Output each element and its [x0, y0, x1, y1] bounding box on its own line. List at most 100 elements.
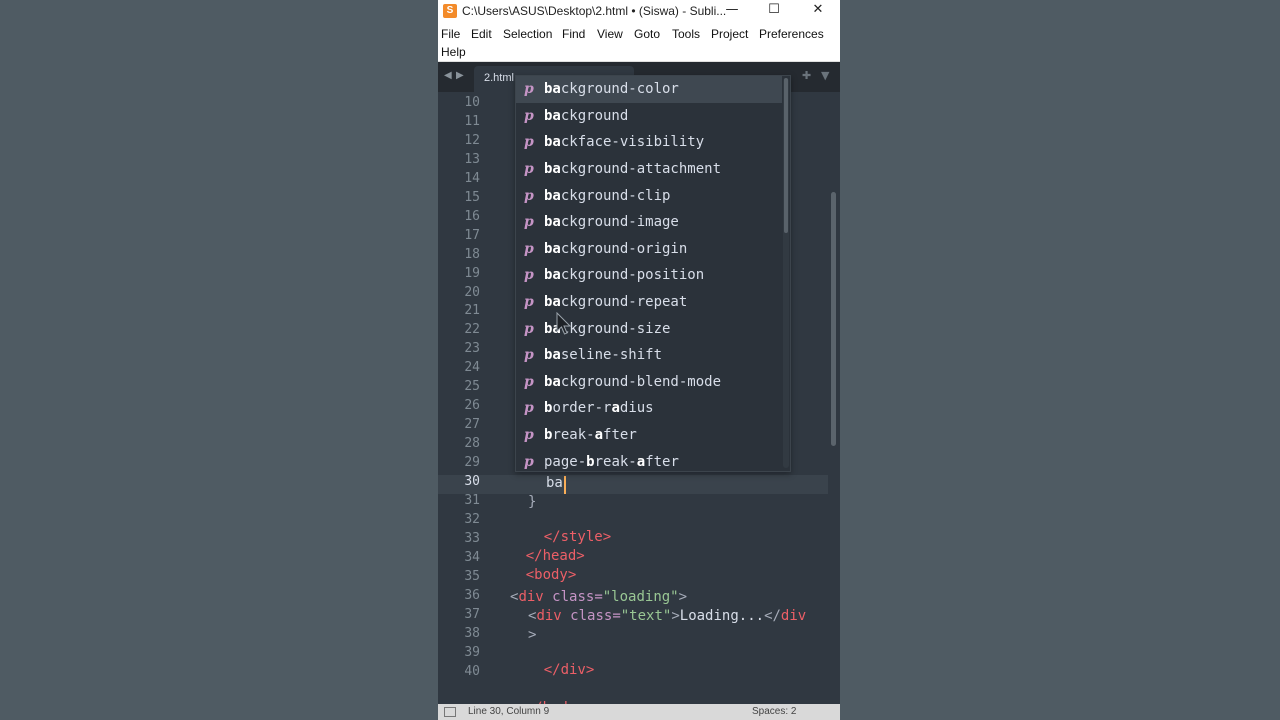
line-number: 13: [464, 151, 480, 167]
autocomplete-popup: p background-color p background p backface-vi…: [515, 75, 791, 472]
menu-view[interactable]: View: [597, 27, 623, 41]
label-text: fter: [645, 453, 679, 470]
match-highlight: ba: [544, 267, 561, 284]
close-button[interactable]: ✕: [796, 0, 840, 22]
line-number: 25: [464, 379, 480, 395]
autocomplete-item[interactable]: p border-radius: [516, 395, 782, 422]
property-kind-icon: p: [524, 134, 534, 151]
autocomplete-item[interactable]: p page-break-after: [516, 448, 782, 475]
loading-class-value: "loading": [602, 589, 679, 605]
div-tag-name: div: [780, 608, 807, 624]
line-number: 40: [464, 663, 480, 679]
property-kind-icon: p: [524, 267, 534, 284]
minimize-button[interactable]: —: [710, 0, 754, 22]
property-kind-icon: p: [524, 347, 534, 364]
line-number: 21: [464, 303, 480, 319]
label-text: fter: [603, 427, 637, 444]
panel-toggle-icon[interactable]: [444, 707, 456, 717]
label-text: ckground-image: [560, 214, 679, 231]
code-line-30[interactable]: ba: [546, 475, 563, 491]
menu-file[interactable]: File: [441, 27, 460, 41]
property-kind-icon: p: [524, 320, 534, 337]
match-highlight: ba: [544, 107, 561, 124]
code-line-36[interactable]: <div class="loading">: [510, 589, 687, 605]
line-number: 34: [464, 549, 480, 565]
line-number: 33: [464, 530, 480, 546]
autocomplete-item[interactable]: p background-attachment: [516, 156, 782, 183]
menu-selection[interactable]: Selection: [503, 27, 552, 41]
tab-list-icon[interactable]: ▼: [821, 69, 829, 82]
line-number: 15: [464, 189, 480, 205]
active-line-highlight: [438, 475, 828, 494]
autocomplete-item[interactable]: p background-image: [516, 209, 782, 236]
label-text: reak-: [552, 427, 595, 444]
autocomplete-item[interactable]: p background-blend-mode: [516, 369, 782, 396]
property-kind-icon: p: [524, 214, 534, 231]
code-line-37-wrap[interactable]: >: [528, 627, 536, 643]
code-line-31[interactable]: }: [528, 494, 536, 510]
label-text: ckground-repeat: [560, 294, 688, 311]
match-highlight: ba: [544, 214, 561, 231]
autocomplete-item-label: background: [544, 108, 628, 124]
autocomplete-item[interactable]: p background: [516, 103, 782, 130]
label-text: ckground: [560, 107, 629, 124]
tab-prev-icon[interactable]: ◀: [444, 70, 452, 81]
line-number: 35: [464, 568, 480, 584]
angle-close: >: [671, 608, 680, 624]
autocomplete-item[interactable]: p break-after: [516, 422, 782, 449]
menu-find[interactable]: Find: [562, 27, 585, 41]
autocomplete-item-label: baseline-shift: [544, 347, 662, 363]
video-letterbox-left: [0, 0, 438, 720]
autocomplete-item-label: background-repeat: [544, 294, 687, 310]
mouse-pointer-icon: [556, 312, 572, 335]
menu-help[interactable]: Help: [441, 45, 466, 59]
property-kind-icon: p: [524, 161, 534, 178]
line-number: 23: [464, 341, 480, 357]
autocomplete-item[interactable]: p backface-visibility: [516, 129, 782, 156]
label-text: ckground-clip: [560, 187, 671, 204]
line-number: 27: [464, 417, 480, 433]
match-highlight: ba: [544, 81, 561, 98]
autocomplete-item[interactable]: p background-position: [516, 262, 782, 289]
indentation-setting[interactable]: Spaces: 2: [752, 706, 796, 717]
property-kind-icon: p: [524, 453, 534, 470]
menu-tools[interactable]: Tools: [672, 27, 700, 41]
line-number: 18: [464, 246, 480, 262]
menu-edit[interactable]: Edit: [471, 27, 492, 41]
editor-scrollbar-thumb[interactable]: [831, 192, 836, 446]
label-text: reak-: [594, 453, 637, 470]
class-attr: class=: [570, 608, 621, 624]
autocomplete-item-label: background-position: [544, 267, 704, 283]
autocomplete-item-label: backface-visibility: [544, 134, 704, 150]
menu-goto[interactable]: Goto: [634, 27, 660, 41]
autocomplete-item[interactable]: p background-origin: [516, 236, 782, 263]
autocomplete-item-label: page-break-after: [544, 454, 679, 470]
label-text: page-: [544, 453, 587, 470]
maximize-button[interactable]: ☐: [752, 0, 796, 22]
autocomplete-item[interactable]: p background-clip: [516, 182, 782, 209]
new-tab-icon[interactable]: ✚: [802, 69, 811, 82]
line-number: 30: [464, 474, 480, 489]
line-number: 14: [464, 170, 480, 186]
menu-project[interactable]: Project: [711, 27, 748, 41]
line-number: 36: [464, 587, 480, 603]
loading-text: Loading...: [679, 608, 765, 624]
code-line-37[interactable]: <div class="text">Loading...</div: [528, 608, 806, 624]
class-attr: class=: [552, 589, 603, 605]
autocomplete-item-label: break-after: [544, 427, 637, 443]
line-number: 31: [464, 492, 480, 508]
match-highlight: ba: [544, 187, 561, 204]
property-kind-icon: p: [524, 427, 534, 444]
label-text: seline-shift: [560, 347, 663, 364]
line-number: 29: [464, 455, 480, 471]
div-tag-name: div: [518, 589, 544, 605]
label-text: dius: [619, 400, 654, 417]
menu-preferences[interactable]: Preferences: [759, 27, 824, 41]
video-letterbox-right: [840, 0, 1280, 720]
autocomplete-item[interactable]: p background-color: [516, 76, 782, 103]
tab-next-icon[interactable]: ▶: [456, 70, 464, 81]
div-tag-name: div: [536, 608, 562, 624]
autocomplete-item[interactable]: p baseline-shift: [516, 342, 782, 369]
popup-scrollbar-thumb[interactable]: [784, 78, 788, 233]
line-number: 19: [464, 265, 480, 281]
